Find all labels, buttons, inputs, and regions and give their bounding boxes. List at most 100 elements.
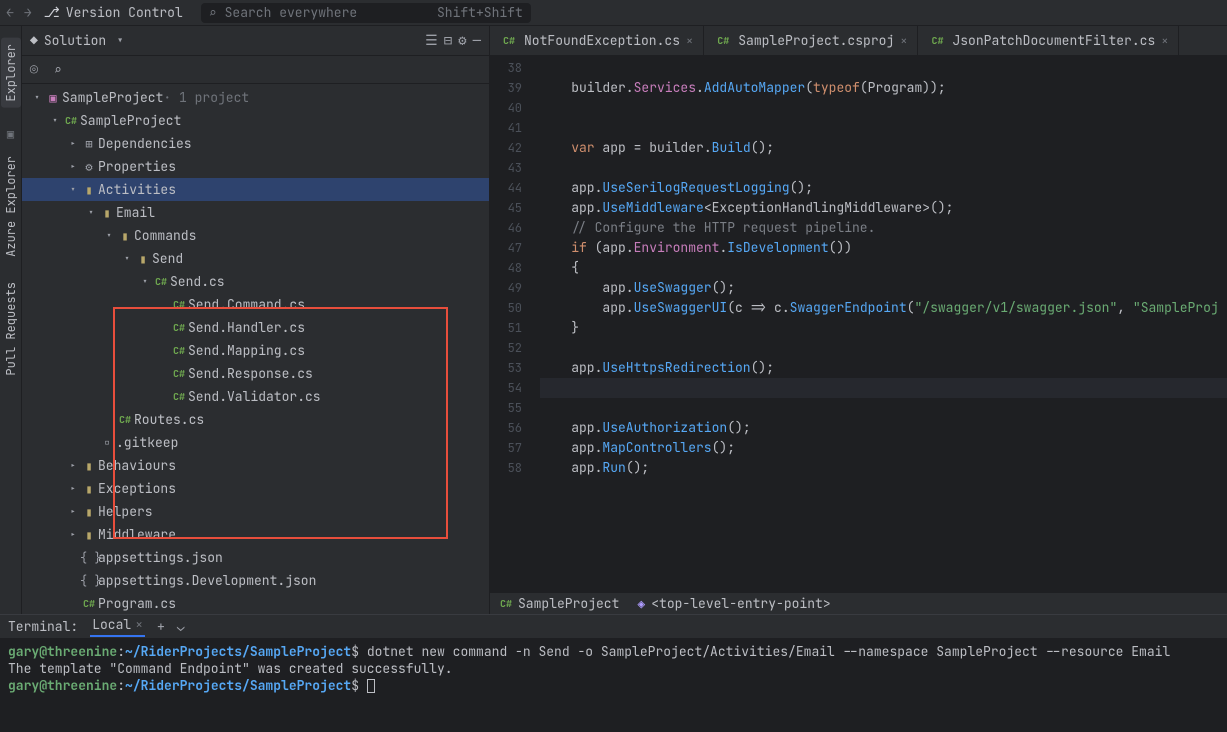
- tree-node[interactable]: Send.cs: [22, 270, 489, 293]
- vcs-widget[interactable]: ⎇ Version Control: [44, 4, 183, 22]
- tree-label: Exceptions: [98, 480, 176, 497]
- tree-node[interactable]: ▮Middleware: [22, 523, 489, 546]
- tree-label: Routes.cs: [134, 411, 204, 428]
- tree-label: Behaviours: [98, 457, 176, 474]
- chevron-icon[interactable]: [138, 275, 152, 288]
- csharp-file-icon: [170, 367, 188, 380]
- minimize-icon[interactable]: —: [473, 32, 481, 50]
- terminal-panel: Terminal: Local × + ⌄ gary@threenine:~/R…: [0, 614, 1227, 732]
- solution-icon: ◆: [30, 32, 38, 49]
- tree-node[interactable]: Send.Response.cs: [22, 362, 489, 385]
- breadcrumb-context[interactable]: <top-level-entry-point>: [651, 595, 830, 612]
- csproj-icon: [714, 34, 732, 47]
- search-everywhere[interactable]: ⌕ Search everywhere Shift+Shift: [201, 3, 531, 23]
- folder-icon: ▮: [116, 228, 134, 244]
- tree-node[interactable]: ▮Email: [22, 201, 489, 224]
- tree-node[interactable]: Send.Mapping.cs: [22, 339, 489, 362]
- tree-node[interactable]: ▮Behaviours: [22, 454, 489, 477]
- chevron-icon[interactable]: [66, 482, 80, 495]
- terminal-title: Terminal:: [8, 618, 78, 635]
- terminal-menu-icon[interactable]: ⌄: [177, 618, 185, 635]
- csharp-file-icon: [170, 344, 188, 357]
- chevron-icon[interactable]: [66, 183, 80, 196]
- tool-tab-pull-requests[interactable]: Pull Requests: [3, 282, 19, 376]
- tree-node[interactable]: ⚙Properties: [22, 155, 489, 178]
- tool-tab-azure[interactable]: Azure Explorer: [3, 156, 19, 257]
- editor-tab[interactable]: NotFoundException.cs×: [490, 26, 704, 55]
- close-icon[interactable]: ×: [135, 616, 143, 633]
- sort-icon[interactable]: ☰: [425, 32, 438, 50]
- tree-label: Send: [152, 250, 183, 267]
- left-tool-strip: Explorer ▣ Azure Explorer Pull Requests: [0, 26, 22, 614]
- folder-icon: ▮: [80, 527, 98, 543]
- chevron-icon[interactable]: [84, 206, 98, 219]
- chevron-icon[interactable]: [66, 505, 80, 518]
- tab-label: SampleProject.csproj: [738, 32, 894, 49]
- add-terminal-icon[interactable]: +: [157, 618, 165, 635]
- locate-icon[interactable]: ◎: [30, 61, 38, 78]
- csharp-file-icon: [928, 34, 946, 47]
- branch-icon: ⎇: [44, 4, 60, 22]
- editor-tab[interactable]: JsonPatchDocumentFilter.cs×: [918, 26, 1179, 55]
- close-icon[interactable]: ×: [686, 33, 693, 49]
- terminal-tab-local[interactable]: Local ×: [90, 616, 145, 637]
- nav-back-icon[interactable]: ←: [6, 4, 14, 21]
- tree-node[interactable]: Routes.cs: [22, 408, 489, 431]
- tree-node[interactable]: { }appsettings.json: [22, 546, 489, 569]
- folder-icon: ▮: [80, 504, 98, 520]
- tree-label: Helpers: [98, 503, 153, 520]
- tree-node[interactable]: ▫.gitkeep: [22, 431, 489, 454]
- tree-node[interactable]: ▮Commands: [22, 224, 489, 247]
- gear-icon[interactable]: ⚙: [458, 32, 466, 50]
- collapse-icon[interactable]: ⊟: [444, 32, 452, 50]
- chevron-icon[interactable]: [66, 459, 80, 472]
- code-editor[interactable]: builder.Services.AddAutoMapper(typeof(Pr…: [530, 56, 1227, 592]
- folder-icon: ▮: [98, 205, 116, 221]
- tree-label: Send.Response.cs: [188, 365, 313, 382]
- tree-label: Email: [116, 204, 155, 221]
- tree-node[interactable]: ▮Activities: [22, 178, 489, 201]
- close-icon[interactable]: ×: [900, 33, 907, 49]
- tree-node[interactable]: ▣SampleProject · 1 project: [22, 86, 489, 109]
- chevron-icon[interactable]: [66, 528, 80, 541]
- csharp-file-icon: [170, 298, 188, 311]
- properties-icon: ⚙: [80, 159, 98, 175]
- csharp-file-icon: [170, 390, 188, 403]
- chevron-icon[interactable]: [30, 91, 44, 104]
- dropdown-icon[interactable]: ▾: [116, 32, 124, 49]
- tree-label: Send.Validator.cs: [188, 388, 321, 405]
- tree-node[interactable]: ▮Send: [22, 247, 489, 270]
- tree-search-icon[interactable]: ⌕: [54, 61, 62, 78]
- file-icon: ▫: [98, 435, 116, 451]
- solution-tree[interactable]: ▣SampleProject · 1 projectSampleProject⊞…: [22, 84, 489, 614]
- csproj-icon: [500, 597, 512, 610]
- terminal-output[interactable]: gary@threenine:~/RiderProjects/SamplePro…: [0, 639, 1227, 732]
- tree-node[interactable]: Send.Validator.cs: [22, 385, 489, 408]
- close-icon[interactable]: ×: [1161, 33, 1168, 49]
- csproj-icon: [62, 114, 80, 127]
- nav-forward-icon[interactable]: →: [24, 4, 32, 21]
- tree-node[interactable]: ⊞Dependencies: [22, 132, 489, 155]
- tree-node[interactable]: { }appsettings.Development.json: [22, 569, 489, 592]
- tree-node[interactable]: ▮Helpers: [22, 500, 489, 523]
- tree-label: Activities: [98, 181, 176, 198]
- chevron-icon[interactable]: [66, 160, 80, 173]
- tree-node[interactable]: ▮Exceptions: [22, 477, 489, 500]
- tree-label: Properties: [98, 158, 176, 175]
- tool-tab-explorer[interactable]: Explorer: [1, 38, 21, 108]
- chevron-icon[interactable]: [120, 252, 134, 265]
- folder-icon: ▮: [134, 251, 152, 267]
- editor-tab[interactable]: SampleProject.csproj ×: [704, 26, 918, 55]
- tree-label: appsettings.Development.json: [98, 572, 316, 589]
- explorer-title: Solution: [44, 32, 106, 49]
- tree-node[interactable]: Send.Command.cs: [22, 293, 489, 316]
- tree-node[interactable]: SampleProject: [22, 109, 489, 132]
- chevron-icon[interactable]: [102, 229, 116, 242]
- tree-node[interactable]: Program.cs: [22, 592, 489, 614]
- breadcrumb-bar: SampleProject ◈ <top-level-entry-point>: [490, 592, 1227, 614]
- chevron-icon[interactable]: [66, 137, 80, 150]
- top-toolbar: ← → ⎇ Version Control ⌕ Search everywher…: [0, 0, 1227, 26]
- breadcrumb-project[interactable]: SampleProject: [518, 595, 619, 612]
- chevron-icon[interactable]: [48, 114, 62, 127]
- tree-node[interactable]: Send.Handler.cs: [22, 316, 489, 339]
